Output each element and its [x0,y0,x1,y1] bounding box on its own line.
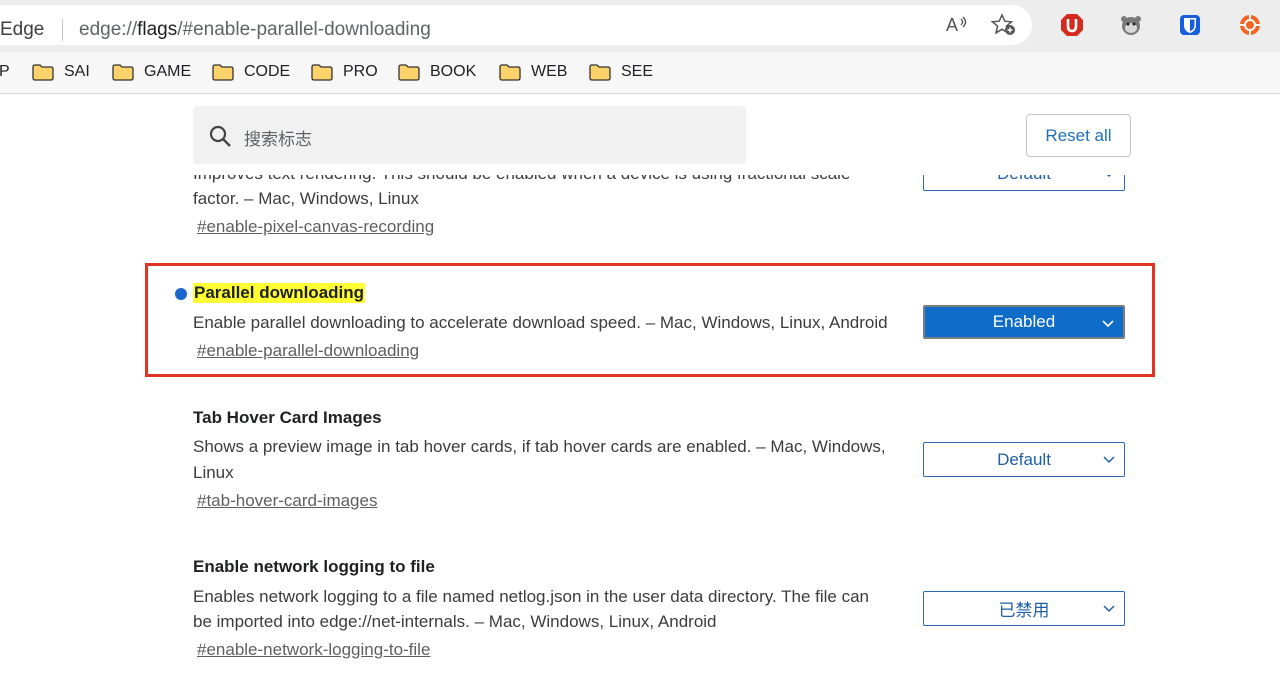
experiment-description: factor. – Mac, Windows, Linux [193,189,419,208]
bookmark-label: SEE [621,63,654,80]
search-placeholder: 搜索标志 [244,130,312,149]
experiment-link-parallel-downloading[interactable]: #enable-parallel-downloading [197,341,419,361]
bookmark-folder-sai[interactable]: SAI [32,61,90,83]
address-bar[interactable]: Edge edge://flags/#enable-parallel-downl… [0,5,1032,45]
flags-page: Improves text rendering. This should be … [0,95,1280,678]
experiment-description: be imported into edge://net-internals. –… [193,612,717,631]
url-host: flags [137,19,178,40]
folder-icon [112,63,134,81]
experiment-select-network-logging[interactable]: 已禁用 [923,591,1125,626]
bookmark-label: P [0,63,10,80]
experiment-description: Linux [193,463,234,482]
folder-icon [398,63,420,81]
folder-icon [212,63,234,81]
folder-icon [589,63,611,81]
select-value: 已禁用 [998,601,1050,620]
chevron-down-icon [1103,456,1115,464]
tampermonkey-extension-icon[interactable] [1118,12,1144,38]
search-icon [209,125,231,147]
flags-search-header: 搜索标志 Reset all [0,95,1280,175]
url-text[interactable]: edge://flags/#enable-parallel-downloadin… [79,19,431,41]
folder-icon [32,63,54,81]
bitwarden-extension-icon[interactable] [1177,12,1203,38]
experiment-link-tab-hover-card-images[interactable]: #tab-hover-card-images [197,491,377,511]
select-value: Enabled [992,312,1056,331]
folder-icon [499,63,521,81]
url-path: /#enable-parallel-downloading [177,19,431,40]
favorite-add-icon[interactable] [991,12,1017,38]
bookmark-folder-pro[interactable]: PRO [311,61,378,83]
extension-orange-icon[interactable] [1237,12,1263,38]
bookmark-folder-game[interactable]: GAME [112,61,191,83]
search-input[interactable]: 搜索标志 [193,106,746,164]
bookmarks-bar: P SAI GAME CODE PRO BOOK WEB SEE [0,52,1280,94]
bookmark-label: SAI [64,63,90,80]
folder-icon [311,63,333,81]
chevron-down-icon [1102,320,1114,328]
address-bar-strip: Edge edge://flags/#enable-parallel-downl… [0,0,1280,52]
experiment-link-network-logging[interactable]: #enable-network-logging-to-file [197,640,430,660]
bookmark-label: CODE [244,63,291,80]
site-identity-label: Edge [0,19,45,40]
experiment-description: Shows a preview image in tab hover cards… [193,437,886,456]
modified-indicator-dot [175,288,187,300]
bookmark-p[interactable]: P [0,61,10,83]
experiment-link-pixel-canvas[interactable]: #enable-pixel-canvas-recording [197,217,434,237]
experiment-select-tab-hover-card-images[interactable]: Default [923,442,1125,477]
address-separator [62,19,63,41]
ublock-extension-icon[interactable] [1059,12,1085,38]
experiment-description: Enable parallel downloading to accelerat… [193,313,888,332]
select-value: Default [997,449,1051,469]
bookmark-folder-see[interactable]: SEE [589,61,653,83]
bookmark-folder-web[interactable]: WEB [499,61,567,83]
read-aloud-icon[interactable]: A [944,12,970,38]
bookmark-label: BOOK [430,63,477,80]
bookmark-label: PRO [343,63,378,80]
bookmark-folder-code[interactable]: CODE [212,61,290,83]
chevron-down-icon [1103,605,1115,613]
reset-all-button[interactable]: Reset all [1026,114,1131,157]
bookmark-folder-book[interactable]: BOOK [398,61,476,83]
experiment-title-tab-hover-card-images: Tab Hover Card Images [193,408,382,427]
svg-text:A: A [946,15,958,35]
experiment-description: Enables network logging to a file named … [193,587,869,606]
url-scheme: edge:// [79,19,138,40]
bookmark-label: GAME [144,63,192,80]
experiment-title-parallel-downloading: Parallel downloading [193,283,366,303]
experiment-title-network-logging: Enable network logging to file [193,557,435,576]
experiment-select-parallel-downloading[interactable]: Enabled [923,305,1125,339]
bookmark-label: WEB [531,63,568,80]
